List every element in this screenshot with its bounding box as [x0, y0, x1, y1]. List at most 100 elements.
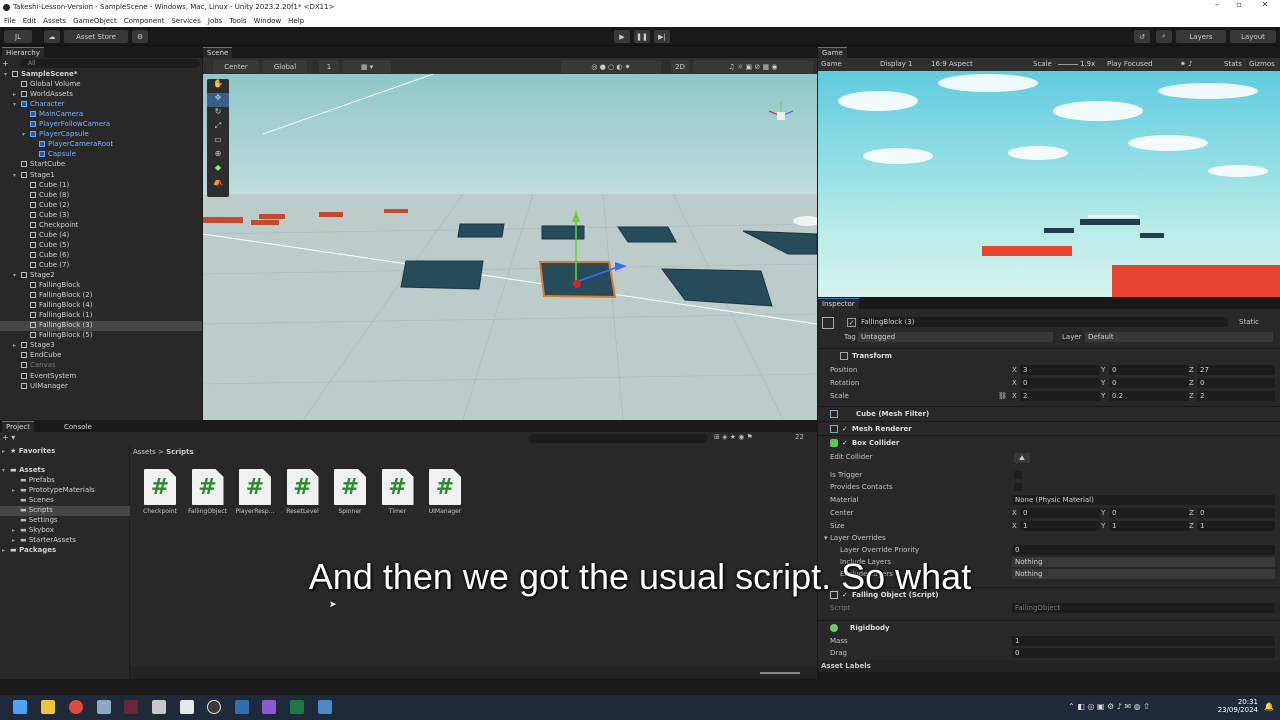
file-explorer-icon[interactable] [41, 700, 55, 714]
rigidbody-header[interactable]: Rigidbody [818, 620, 1280, 634]
rotation-y-field[interactable]: 0 [1109, 378, 1189, 388]
menu-jobs[interactable]: Jobs [208, 17, 222, 25]
hierarchy-item[interactable]: ▾ Stage1 [0, 171, 202, 181]
maximize-button[interactable]: ▫ [1228, 0, 1250, 14]
account-button[interactable]: JL [4, 30, 32, 43]
hierarchy-item[interactable]: Cube (3) [0, 211, 202, 221]
scale-tool-icon[interactable]: ⤢ [207, 121, 229, 135]
tab-hierarchy[interactable]: Hierarchy [2, 47, 44, 58]
scale-y-field[interactable]: 0.2 [1109, 391, 1189, 401]
mute-audio-icon[interactable]: ✷ ♪ [1180, 60, 1193, 68]
menu-edit[interactable]: Edit [23, 17, 37, 25]
display-dropdown[interactable]: Display 1 [880, 60, 912, 68]
scene-view-options[interactable]: ♫ ☼ ▣ ⊘ ▦ ◉ [693, 60, 813, 73]
rotate-tool-icon[interactable]: ↻ [207, 107, 229, 121]
layer-priority-field[interactable]: 0 [1012, 545, 1275, 555]
center-z-field[interactable]: 0 [1197, 508, 1275, 518]
box-collider-header[interactable]: ✓ Box Collider [818, 435, 1280, 449]
folder-item[interactable]: ▸ ▬ PrototypeMaterials [0, 486, 130, 496]
pause-button[interactable]: ❚❚ [634, 30, 650, 43]
script-file-label[interactable]: UIManager [415, 508, 475, 515]
folder-item[interactable]: ▬ Scripts [0, 506, 130, 516]
packages-item[interactable]: ▸ ▬ Packages [0, 546, 129, 556]
window-icon[interactable] [152, 700, 166, 714]
hierarchy-search-input[interactable]: All [20, 59, 200, 68]
size-y-field[interactable]: 1 [1109, 521, 1189, 531]
hierarchy-item[interactable]: FallingBlock [0, 281, 202, 291]
hierarchy-item[interactable]: Canvas [0, 361, 202, 371]
breadcrumb-scripts[interactable]: Scripts [166, 448, 194, 456]
hierarchy-item[interactable]: Global Volume [0, 80, 202, 90]
expand-arrow-icon[interactable]: ▸ [12, 487, 20, 494]
close-button[interactable]: ✕ [1254, 0, 1276, 14]
position-y-field[interactable]: 0 [1109, 365, 1189, 375]
custom-tool-icon[interactable]: ⛺ [207, 177, 229, 191]
notepad-icon[interactable] [318, 700, 332, 714]
history-icon[interactable]: ↺ [1134, 30, 1150, 43]
space-dropdown[interactable]: Global [263, 60, 307, 73]
menu-tools[interactable]: Tools [229, 17, 246, 25]
csharp-script-icon[interactable]: # [381, 469, 414, 505]
hierarchy-item[interactable]: FallingBlock (5) [0, 331, 202, 341]
material-field[interactable]: None (Physic Material) [1012, 495, 1275, 505]
hierarchy-item[interactable]: EventSystem [0, 372, 202, 382]
csharp-script-icon[interactable]: # [144, 469, 176, 505]
is-trigger-checkbox[interactable] [1014, 471, 1022, 479]
expand-arrow-icon[interactable]: ▾ [22, 131, 30, 138]
expand-arrow-icon[interactable]: ▸ [12, 537, 20, 544]
csharp-script-icon[interactable]: # [286, 469, 319, 505]
shading-mode-icons[interactable]: ◎ ● ○ ◐ ✷ [561, 60, 661, 73]
move-tool-icon[interactable]: ✥ [207, 93, 229, 107]
hierarchy-item[interactable]: Cube (2) [0, 201, 202, 211]
folder-item[interactable]: ▬ Scenes [0, 496, 130, 506]
minimize-button[interactable]: – [1206, 0, 1228, 14]
play-button[interactable]: ▶ [614, 30, 630, 43]
csharp-script-icon[interactable]: # [191, 469, 224, 505]
grid-snap-tools[interactable]: ▦ ▾ [343, 60, 391, 73]
taskbar-clock[interactable]: 20:31 23/09/2024 [1216, 698, 1258, 714]
hierarchy-item[interactable]: ▾ SampleScene* [0, 70, 202, 80]
clock-app-icon[interactable] [207, 700, 221, 714]
app-icon[interactable] [124, 700, 138, 714]
unity-editor-icon[interactable] [180, 700, 194, 714]
expand-arrow-icon[interactable]: ▾ [13, 172, 21, 179]
folder-item[interactable]: ▸ ▬ Skybox [0, 526, 130, 536]
hierarchy-item[interactable]: ▾ PlayerCapsule [0, 130, 202, 140]
hierarchy-item[interactable]: Checkpoint [0, 221, 202, 231]
hierarchy-item[interactable]: FallingBlock (1) [0, 311, 202, 321]
folder-item[interactable]: ▬ Settings [0, 516, 130, 526]
csharp-script-icon[interactable]: # [429, 469, 461, 505]
hierarchy-item[interactable]: Cube (4) [0, 231, 202, 241]
project-search-input[interactable] [528, 434, 708, 443]
tab-scene[interactable]: Scene [203, 47, 233, 58]
tab-inspector[interactable]: Inspector [818, 298, 859, 309]
menu-assets[interactable]: Assets [43, 17, 66, 25]
settings-gear-icon[interactable]: ⚙ [132, 30, 148, 43]
size-z-field[interactable]: 1 [1197, 521, 1275, 531]
layer-dropdown[interactable]: Default [1085, 332, 1273, 342]
mass-field[interactable]: 1 [1012, 636, 1275, 646]
expand-arrow-icon[interactable]: ▾ [4, 71, 12, 78]
csharp-script-icon[interactable]: # [239, 469, 271, 505]
hierarchy-item[interactable]: EndCube [0, 351, 202, 361]
scene-viewport[interactable] [203, 74, 817, 420]
hierarchy-item[interactable]: Cube (7) [0, 261, 202, 271]
hierarchy-item[interactable]: MainCamera [0, 110, 202, 120]
provides-contacts-checkbox[interactable] [1014, 483, 1022, 491]
hierarchy-item[interactable]: ▾ Character [0, 100, 202, 110]
layers-dropdown[interactable]: Layers [1176, 30, 1226, 43]
create-asset-icon[interactable]: + ▾ [2, 433, 15, 442]
hand-tool-icon[interactable]: ✋ [207, 79, 229, 93]
collider-edit-icon[interactable]: ◆ [207, 163, 229, 177]
hierarchy-item[interactable]: Capsule [0, 150, 202, 160]
play-focused-dropdown[interactable]: Play Focused [1107, 60, 1153, 68]
menu-services[interactable]: Services [171, 17, 201, 25]
hierarchy-item[interactable]: FallingBlock (4) [0, 301, 202, 311]
folder-item[interactable]: ▬ Prefabs [0, 476, 130, 486]
tab-game[interactable]: Game [818, 47, 847, 58]
transform-tool-icon[interactable]: ⊕ [207, 149, 229, 163]
asset-store-button[interactable]: Asset Store [64, 30, 128, 43]
expand-arrow-icon[interactable]: ▾ [13, 101, 21, 108]
cloud-icon[interactable]: ☁ [44, 30, 60, 43]
tab-console[interactable]: Console [60, 421, 96, 432]
